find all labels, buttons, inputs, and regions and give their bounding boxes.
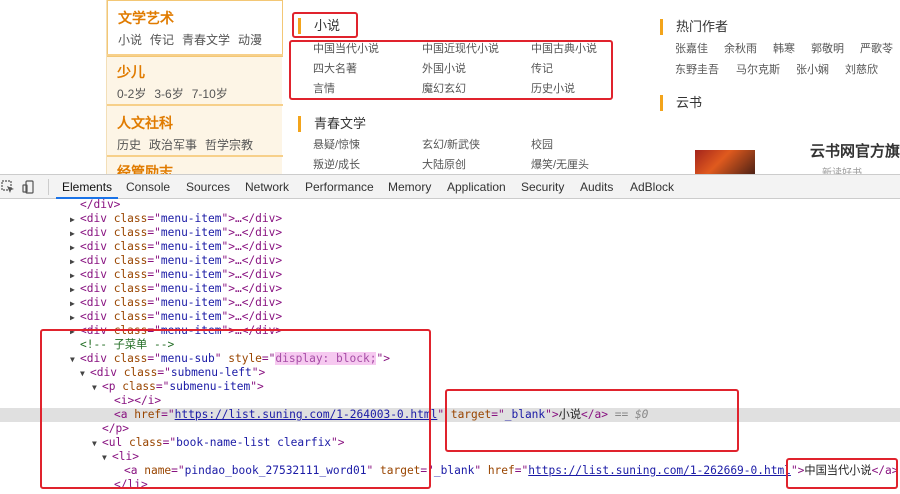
author-link[interactable]: 严歌苓 [860, 42, 893, 56]
annotation-box-fiction-links [289, 40, 613, 100]
href-link[interactable]: https://list.suning.com/1-262669-0.html [528, 464, 791, 477]
tab-network[interactable]: Network [245, 180, 289, 194]
expand-arrow-icon[interactable]: ▶ [70, 213, 80, 227]
dom-node[interactable]: </div> [0, 198, 900, 212]
sublink[interactable]: 小说 [118, 33, 142, 47]
divider [107, 54, 283, 56]
category-children[interactable]: 少儿 0-2岁 3-6岁 7-10岁 [117, 63, 236, 102]
expand-arrow-icon[interactable]: ▶ [70, 269, 80, 283]
expand-arrow-icon[interactable]: ▶ [70, 297, 80, 311]
author-link[interactable]: 张嘉佳 [675, 42, 708, 56]
category-title: 文学艺术 [118, 10, 174, 26]
youth-link[interactable]: 叛逆/成长 [313, 158, 360, 172]
cloud-book-banner-image[interactable] [695, 150, 755, 174]
screen: 文学艺术 小说 传记 青春文学 动漫 少儿 0-2岁 3-6岁 7-10岁 人文社科 历史… [0, 0, 900, 494]
tab-audits[interactable]: Audits [580, 180, 613, 194]
annotation-box-novel-link [445, 389, 739, 452]
dom-node-menu-item[interactable]: ▶ <div class="menu-item">…</div> [0, 310, 900, 324]
expand-arrow-icon[interactable]: ▶ [70, 283, 80, 297]
website-area: 文学艺术 小说 传记 青春文学 动漫 少儿 0-2岁 3-6岁 7-10岁 人文社科 历史… [0, 0, 900, 174]
tab-sources[interactable]: Sources [186, 180, 230, 194]
sublink[interactable]: 哲学宗教 [205, 138, 253, 152]
dom-node-menu-item[interactable]: ▶ <div class="menu-item">…</div> [0, 212, 900, 226]
category-business[interactable]: 经管励志 [117, 163, 173, 174]
category-title: 经管励志 [117, 164, 173, 174]
inspect-element-icon[interactable] [1, 180, 15, 194]
author-link[interactable]: 郭敬明 [811, 42, 844, 56]
elements-panel: </div> ▶ <div class="menu-item">…</div> ▶… [0, 198, 900, 494]
annotation-box-book-text [786, 458, 898, 489]
tab-adblock[interactable]: AdBlock [630, 180, 674, 194]
sublink[interactable]: 传记 [150, 33, 174, 47]
youth-section-title[interactable]: 青春文学 [298, 115, 366, 133]
youth-link[interactable]: 校园 [531, 138, 553, 152]
sublink[interactable]: 历史 [117, 138, 141, 152]
cloud-book-banner-title[interactable]: 云书网官方旗 [810, 140, 900, 161]
annotation-box-dom-tree [40, 329, 431, 489]
sublink[interactable]: 动漫 [238, 33, 262, 47]
cloud-book-banner-subtitle: 新读好书 [822, 168, 862, 174]
dom-node-menu-item[interactable]: ▶ <div class="menu-item">…</div> [0, 240, 900, 254]
sublink[interactable]: 0-2岁 [117, 87, 146, 101]
author-link[interactable]: 刘慈欣 [845, 63, 878, 77]
divider [107, 104, 283, 106]
cloud-book-title: 云书 [660, 94, 702, 112]
sublink[interactable]: 政治军事 [149, 138, 197, 152]
expand-arrow-icon[interactable]: ▶ [70, 255, 80, 269]
tab-application[interactable]: Application [447, 180, 506, 194]
youth-link[interactable]: 爆笑/无厘头 [531, 158, 589, 172]
tab-performance[interactable]: Performance [305, 180, 374, 194]
device-toolbar-icon[interactable] [22, 180, 36, 194]
dom-node-menu-item[interactable]: ▶ <div class="menu-item">…</div> [0, 282, 900, 296]
sublink[interactable]: 7-10岁 [192, 87, 228, 101]
sublink[interactable]: 3-6岁 [154, 87, 183, 101]
expand-arrow-icon[interactable]: ▶ [70, 241, 80, 255]
tab-memory[interactable]: Memory [388, 180, 431, 194]
sublink[interactable]: 青春文学 [182, 33, 230, 47]
category-title: 少儿 [117, 64, 145, 80]
author-link[interactable]: 东野圭吾 [675, 63, 719, 77]
youth-link[interactable]: 悬疑/惊悚 [313, 138, 360, 152]
expand-arrow-icon[interactable]: ▶ [70, 227, 80, 241]
author-link[interactable]: 韩寒 [773, 42, 795, 56]
author-link[interactable]: 张小娴 [796, 63, 829, 77]
hot-authors-title: 热门作者 [660, 18, 728, 36]
divider [107, 155, 283, 157]
dom-node-menu-item[interactable]: ▶ <div class="menu-item">…</div> [0, 226, 900, 240]
youth-link[interactable]: 大陆原创 [422, 158, 466, 172]
category-literature-art[interactable]: 文学艺术 小说 传记 青春文学 动漫 [107, 0, 283, 57]
toolbar-divider [48, 179, 49, 195]
author-link[interactable]: 马尔克斯 [736, 63, 780, 77]
youth-link[interactable]: 玄幻/新武侠 [422, 138, 480, 152]
annotation-box-fiction-title [292, 12, 358, 38]
devtools-toolbar: Elements Console Sources Network Perform… [0, 174, 900, 199]
category-sidebar: 文学艺术 小说 传记 青春文学 动漫 少儿 0-2岁 3-6岁 7-10岁 人文社科 历史… [106, 0, 283, 174]
author-link[interactable]: 余秋雨 [724, 42, 757, 56]
tab-console[interactable]: Console [126, 180, 170, 194]
category-title: 人文社科 [117, 115, 173, 131]
expand-arrow-icon[interactable]: ▶ [70, 311, 80, 325]
category-humanities[interactable]: 人文社科 历史 政治军事 哲学宗教 [117, 114, 261, 153]
dom-node-menu-item[interactable]: ▶ <div class="menu-item">…</div> [0, 254, 900, 268]
tab-security[interactable]: Security [521, 180, 564, 194]
tab-elements[interactable]: Elements [62, 180, 112, 194]
dom-node-menu-item[interactable]: ▶ <div class="menu-item">…</div> [0, 296, 900, 310]
dom-node-menu-item[interactable]: ▶ <div class="menu-item">…</div> [0, 268, 900, 282]
